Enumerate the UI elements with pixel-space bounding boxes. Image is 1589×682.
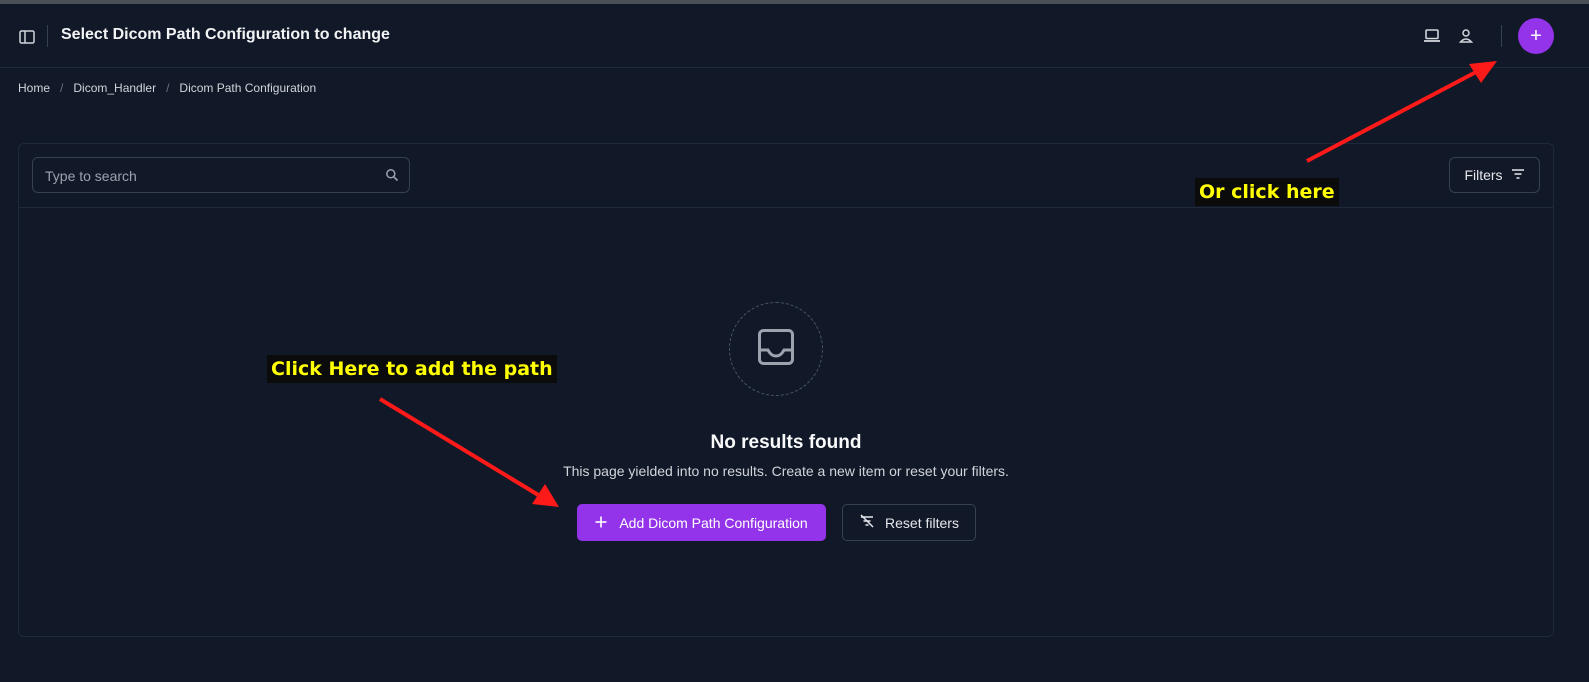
page-header: Select Dicom Path Configuration to chang… [0, 4, 1589, 68]
filters-label: Filters [1464, 167, 1503, 183]
breadcrumb-separator: / [166, 81, 170, 95]
search-input[interactable] [33, 158, 387, 194]
inbox-icon [757, 328, 795, 371]
search-box [32, 157, 410, 194]
header-divider [1501, 25, 1502, 47]
header-divider [47, 25, 48, 47]
empty-state-description: This page yielded into no results. Creat… [563, 463, 1009, 479]
user-icon[interactable] [1456, 26, 1476, 46]
results-panel: Filters No results found This page yield… [18, 143, 1554, 637]
plus-icon: + [1530, 24, 1542, 47]
reset-filters-button[interactable]: Reset filters [842, 504, 976, 541]
breadcrumb-separator: / [60, 81, 64, 95]
filter-lines-icon [1511, 167, 1525, 183]
annotation-main-note: Click Here to add the path [267, 355, 557, 383]
search-icon[interactable] [385, 168, 399, 182]
sidebar-toggle-icon[interactable] [18, 28, 36, 46]
page-title: Select Dicom Path Configuration to chang… [61, 26, 390, 43]
filter-off-icon [859, 514, 875, 531]
breadcrumb-current: Dicom Path Configuration [179, 81, 317, 95]
reset-filters-label: Reset filters [885, 514, 959, 531]
breadcrumb: Home / Dicom_Handler / Dicom Path Config… [18, 81, 316, 95]
add-dicom-path-configuration-button[interactable]: Add Dicom Path Configuration [577, 504, 826, 541]
add-button[interactable]: + [1518, 18, 1554, 54]
breadcrumb-dicom-handler[interactable]: Dicom_Handler [73, 81, 156, 95]
empty-state-title: No results found [710, 432, 862, 453]
empty-state-icon-container [729, 302, 823, 396]
laptop-icon[interactable] [1422, 26, 1442, 46]
plus-icon [595, 515, 607, 531]
annotation-top-note: Or click here [1195, 178, 1339, 206]
filters-button[interactable]: Filters [1449, 157, 1540, 193]
add-button-label: Add Dicom Path Configuration [619, 514, 808, 531]
breadcrumb-home[interactable]: Home [18, 81, 50, 95]
